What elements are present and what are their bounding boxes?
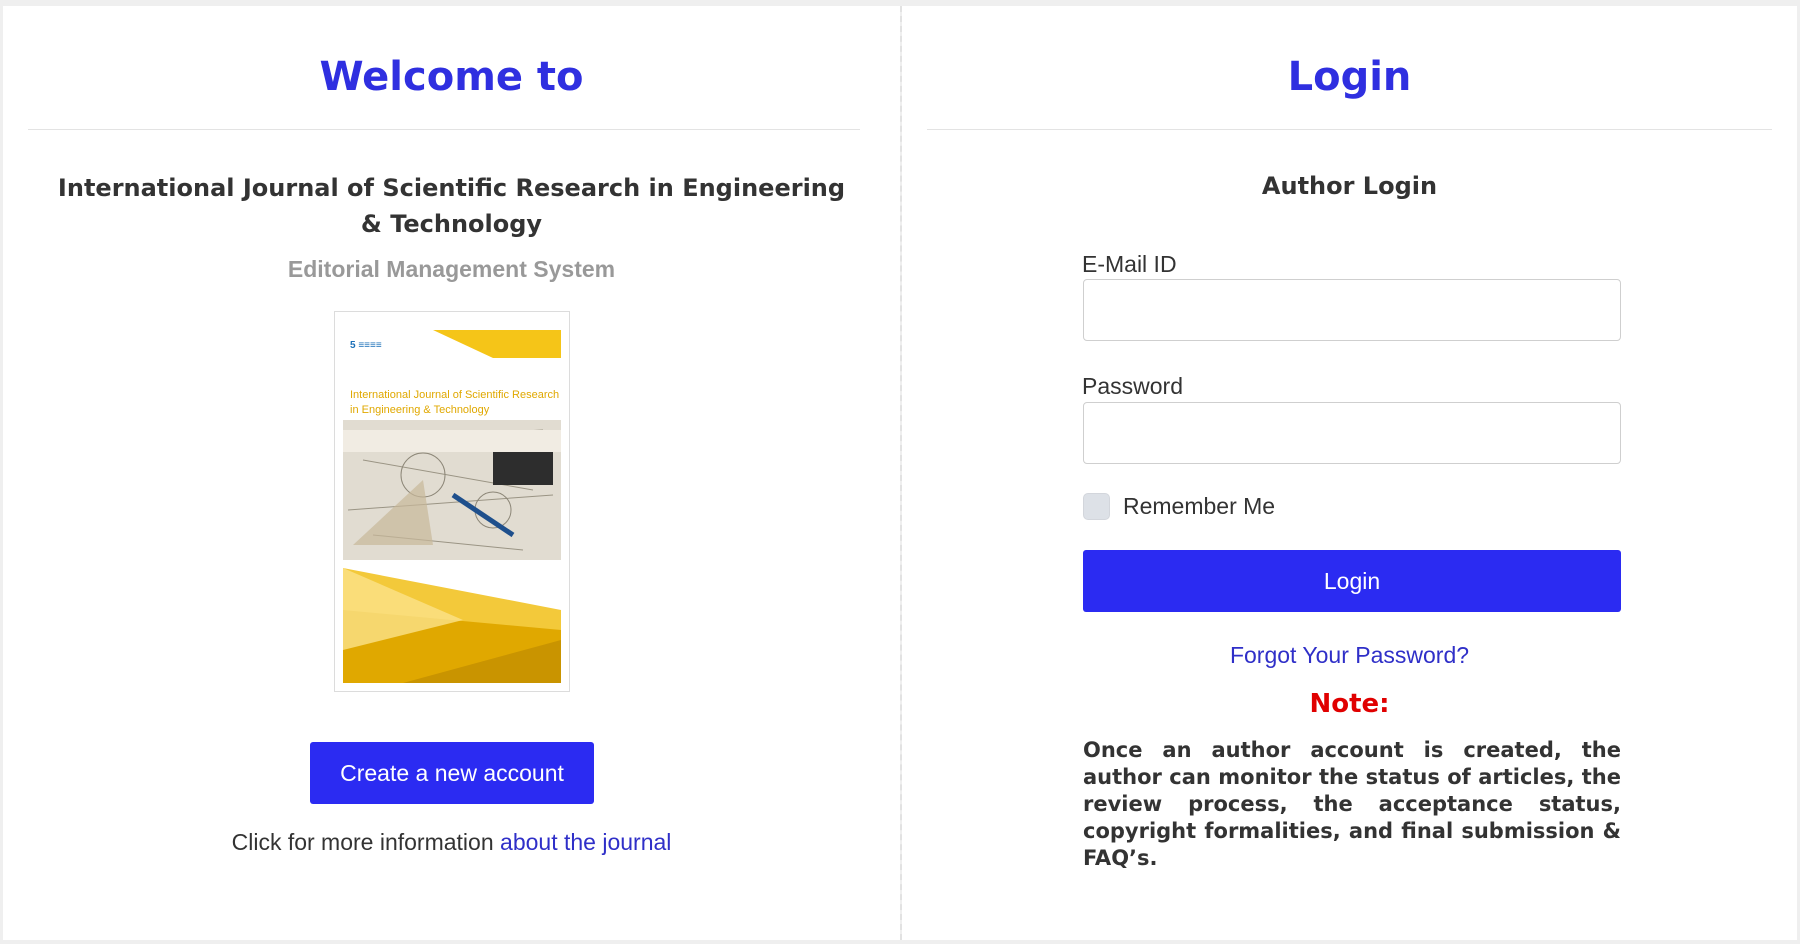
login-heading: Login [1287,54,1412,100]
login-divider [927,129,1772,130]
email-field[interactable] [1083,279,1621,341]
welcome-divider [28,129,860,130]
about-journal-link[interactable]: about the journal [500,829,671,855]
note-body: Once an author account is created, the a… [1083,738,1621,870]
remember-me-label[interactable]: Remember Me [1123,493,1275,520]
author-login-title: Author Login [1261,172,1438,200]
cover-logo: 5 ≡≡≡≡ [350,340,382,351]
journal-cover: 5 ≡≡≡≡ International Journal of Scientif… [343,320,561,683]
remember-me-checkbox[interactable] [1083,493,1110,520]
system-subtitle: Editorial Management System [287,256,616,282]
welcome-panel: Welcome to International Journal of Scie… [3,6,900,940]
journal-title: International Journal of Scientific Rese… [57,174,846,238]
cover-title: International Journal of Scientific Rese… [350,389,560,416]
journal-info-line: Click for more information about the jou… [3,829,900,856]
password-field[interactable] [1083,402,1621,464]
forgot-password-link[interactable]: Forgot Your Password? [1230,642,1469,668]
login-button[interactable]: Login [1083,550,1621,612]
note-title: Note: [1309,689,1390,719]
create-account-button[interactable]: Create a new account [310,742,594,804]
password-label: Password [1082,373,1183,399]
cover-artwork [343,330,561,683]
welcome-heading: Welcome to [319,54,584,100]
remember-me-row[interactable]: Remember Me [1083,493,1275,520]
info-prefix: Click for more information [231,829,494,855]
journal-cover-image: 5 ≡≡≡≡ International Journal of Scientif… [334,311,570,692]
email-label: E-Mail ID [1082,251,1177,277]
forgot-password-row: Forgot Your Password? [902,642,1797,669]
login-panel: Login Author Login E-Mail ID Password Re… [902,6,1797,940]
